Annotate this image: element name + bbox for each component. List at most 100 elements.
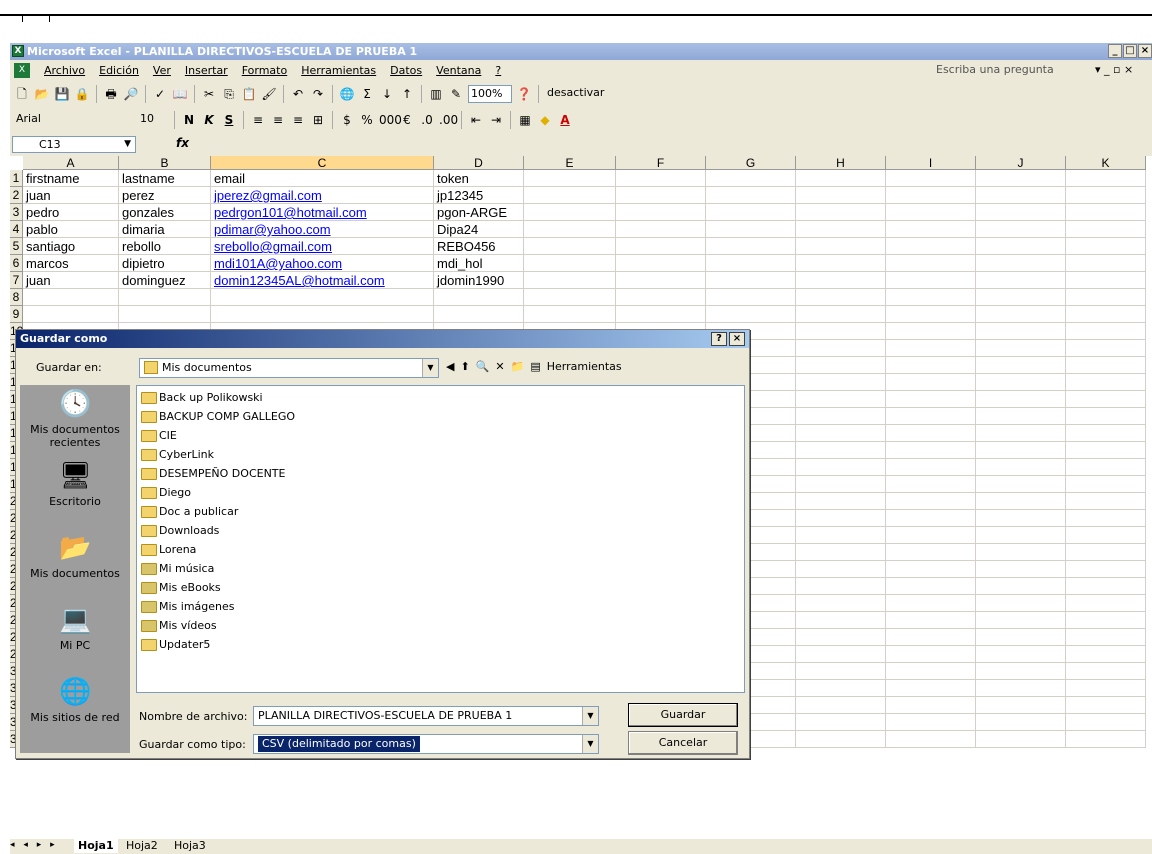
table-cell[interactable] [886, 680, 976, 697]
align-left-icon[interactable]: ≡ [250, 112, 266, 128]
list-item[interactable]: CyberLink [141, 445, 214, 464]
table-cell[interactable] [1066, 255, 1146, 272]
table-cell[interactable] [1066, 714, 1146, 731]
new-icon[interactable]: 🗋 [14, 86, 30, 102]
list-item[interactable]: BACKUP COMP GALLEGO [141, 407, 295, 426]
table-cell[interactable]: srebollo@gmail.com [211, 238, 434, 255]
menu-ver[interactable]: Ver [153, 64, 171, 77]
preview-icon[interactable]: 🔎 [123, 86, 139, 102]
table-cell[interactable] [616, 187, 706, 204]
table-cell[interactable] [1066, 425, 1146, 442]
table-cell[interactable] [796, 272, 886, 289]
table-cell[interactable] [616, 204, 706, 221]
table-cell[interactable] [796, 255, 886, 272]
table-cell[interactable] [1066, 680, 1146, 697]
cut-icon[interactable]: ✂ [201, 86, 217, 102]
table-cell[interactable] [886, 238, 976, 255]
table-cell[interactable]: Dipa24 [434, 221, 524, 238]
table-cell[interactable] [524, 306, 616, 323]
table-cell[interactable] [796, 442, 886, 459]
table-cell[interactable] [616, 221, 706, 238]
table-cell[interactable]: pedrgon101@hotmail.com [211, 204, 434, 221]
permission-icon[interactable]: 🔒 [74, 86, 90, 102]
table-cell[interactable] [796, 408, 886, 425]
euro-icon[interactable]: € [399, 112, 415, 128]
sort-desc-icon[interactable]: ↑ [399, 86, 415, 102]
table-cell[interactable] [434, 306, 524, 323]
table-cell[interactable] [886, 340, 976, 357]
table-cell[interactable] [976, 714, 1066, 731]
table-cell[interactable]: mdi101A@yahoo.com [211, 255, 434, 272]
table-cell[interactable] [886, 170, 976, 187]
table-cell[interactable]: mdi_hol [434, 255, 524, 272]
table-cell[interactable] [706, 221, 796, 238]
table-cell[interactable] [886, 204, 976, 221]
column-header[interactable]: J [976, 156, 1066, 170]
save-in-select[interactable]: Mis documentos ▼ [139, 358, 439, 378]
table-cell[interactable] [796, 595, 886, 612]
table-cell[interactable] [1066, 306, 1146, 323]
table-cell[interactable] [886, 374, 976, 391]
table-cell[interactable]: jdomin1990 [434, 272, 524, 289]
tools-menu[interactable]: Herramientas [547, 360, 622, 373]
table-cell[interactable] [976, 476, 1066, 493]
column-header[interactable]: F [616, 156, 706, 170]
table-cell[interactable] [976, 595, 1066, 612]
table-cell[interactable]: juan [23, 187, 119, 204]
table-cell[interactable] [886, 323, 976, 340]
table-cell[interactable] [1066, 374, 1146, 391]
row-header[interactable]: 7 [10, 272, 23, 289]
table-cell[interactable]: jp12345 [434, 187, 524, 204]
maximize-button[interactable]: □ [1123, 44, 1137, 58]
table-cell[interactable] [524, 187, 616, 204]
table-cell[interactable]: pgon-ARGE [434, 204, 524, 221]
table-cell[interactable] [616, 170, 706, 187]
table-cell[interactable] [976, 238, 1066, 255]
table-cell[interactable] [886, 425, 976, 442]
table-cell[interactable] [796, 612, 886, 629]
table-cell[interactable] [886, 408, 976, 425]
table-cell[interactable]: perez [119, 187, 211, 204]
table-cell[interactable] [706, 306, 796, 323]
table-cell[interactable] [616, 306, 706, 323]
tab-hoja3[interactable]: Hoja3 [170, 839, 210, 853]
underline-icon[interactable]: S [221, 112, 237, 128]
help-icon[interactable]: ❓ [516, 86, 532, 102]
table-cell[interactable] [976, 340, 1066, 357]
table-cell[interactable] [886, 391, 976, 408]
table-cell[interactable] [976, 510, 1066, 527]
format-painter-icon[interactable]: 🖌 [261, 86, 277, 102]
table-cell[interactable] [796, 340, 886, 357]
table-cell[interactable] [976, 391, 1066, 408]
decrease-indent-icon[interactable]: ⇤ [468, 112, 484, 128]
italic-icon[interactable]: K [201, 112, 217, 128]
table-cell[interactable] [976, 680, 1066, 697]
table-cell[interactable] [796, 544, 886, 561]
row-header[interactable]: 4 [10, 221, 23, 238]
table-cell[interactable] [616, 238, 706, 255]
table-cell[interactable] [706, 289, 796, 306]
decrease-decimal-icon[interactable]: .00 [439, 112, 458, 128]
zoom-select[interactable]: 100% [468, 85, 512, 103]
table-cell[interactable] [796, 306, 886, 323]
cancel-button[interactable]: Cancelar [628, 731, 738, 755]
table-cell[interactable] [976, 374, 1066, 391]
table-cell[interactable] [886, 289, 976, 306]
filename-input[interactable]: PLANILLA DIRECTIVOS-ESCUELA DE PRUEBA 1 … [253, 706, 599, 726]
table-cell[interactable] [796, 663, 886, 680]
minimize-button[interactable]: _ [1108, 44, 1122, 58]
align-right-icon[interactable]: ≡ [290, 112, 306, 128]
table-cell[interactable] [976, 323, 1066, 340]
table-cell[interactable] [886, 629, 976, 646]
chevron-down-icon[interactable]: ▼ [422, 359, 438, 377]
row-header[interactable]: 9 [10, 306, 23, 323]
table-cell[interactable] [524, 238, 616, 255]
table-cell[interactable] [524, 204, 616, 221]
table-cell[interactable] [976, 544, 1066, 561]
table-cell[interactable] [976, 663, 1066, 680]
place-recent-docs[interactable]: 🕓 Mis documentos recientes [20, 389, 130, 449]
table-cell[interactable] [1066, 272, 1146, 289]
table-cell[interactable] [1066, 357, 1146, 374]
table-cell[interactable] [976, 578, 1066, 595]
table-cell[interactable] [1066, 510, 1146, 527]
